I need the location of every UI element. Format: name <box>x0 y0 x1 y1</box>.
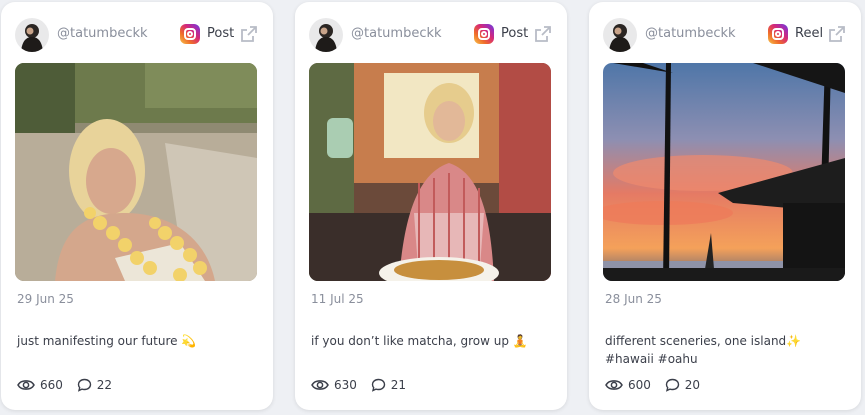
post-type-label: Post <box>207 26 235 41</box>
comment-icon <box>371 378 385 392</box>
instagram-icon <box>768 24 788 44</box>
eye-icon <box>17 380 35 390</box>
post-stats: 660 22 <box>17 378 122 396</box>
views-count: 630 <box>334 378 357 392</box>
post-card[interactable]: @tatumbeckk Reel 28 Jun 25 different sce… <box>589 2 861 410</box>
views-stat: 660 <box>17 378 63 392</box>
comments-count: 20 <box>684 378 701 392</box>
comments-stat: 21 <box>371 378 406 392</box>
post-card[interactable]: @tatumbeckk Post 29 Jun 25 just manifest… <box>1 2 273 410</box>
post-caption: different sceneries, one island✨ #hawaii… <box>605 334 802 366</box>
external-link-icon[interactable] <box>827 24 847 44</box>
views-stat: 630 <box>311 378 357 392</box>
eye-icon <box>311 380 329 390</box>
views-count: 600 <box>628 378 651 392</box>
avatar[interactable] <box>15 18 49 52</box>
avatar[interactable] <box>603 18 637 52</box>
eye-icon <box>605 380 623 390</box>
account-handle[interactable]: @tatumbeckk <box>351 26 442 41</box>
post-caption: if you don’t like matcha, grow up 🧘 <box>311 334 528 348</box>
external-link-icon[interactable] <box>533 24 553 44</box>
comments-stat: 22 <box>77 378 112 392</box>
comment-icon <box>77 378 91 392</box>
post-date: 28 Jun 25 <box>605 292 662 306</box>
card-header: @tatumbeckk Post <box>15 16 259 52</box>
post-type-label: Reel <box>795 26 824 41</box>
avatar[interactable] <box>309 18 343 52</box>
comments-count: 21 <box>390 378 407 392</box>
account-handle[interactable]: @tatumbeckk <box>645 26 736 41</box>
card-header: @tatumbeckk Reel <box>603 16 847 52</box>
account-handle[interactable]: @tatumbeckk <box>57 26 148 41</box>
post-image[interactable] <box>15 63 257 281</box>
post-date: 29 Jun 25 <box>17 292 74 306</box>
comment-icon <box>665 378 679 392</box>
instagram-icon <box>180 24 200 44</box>
post-type-label: Post <box>501 26 529 41</box>
post-image[interactable] <box>309 63 551 281</box>
comments-count: 22 <box>96 378 113 392</box>
instagram-icon <box>474 24 494 44</box>
post-stats: 600 20 <box>605 378 710 396</box>
views-count: 660 <box>40 378 63 392</box>
card-header: @tatumbeckk Post <box>309 16 553 52</box>
views-stat: 600 <box>605 378 651 392</box>
post-image[interactable] <box>603 63 845 281</box>
post-caption: just manifesting our future 💫 <box>17 334 197 348</box>
comments-stat: 20 <box>665 378 700 392</box>
post-card[interactable]: @tatumbeckk Post 11 Jul 25 if you don’t … <box>295 2 567 410</box>
external-link-icon[interactable] <box>239 24 259 44</box>
post-stats: 630 21 <box>311 378 416 396</box>
post-date: 11 Jul 25 <box>311 292 364 306</box>
